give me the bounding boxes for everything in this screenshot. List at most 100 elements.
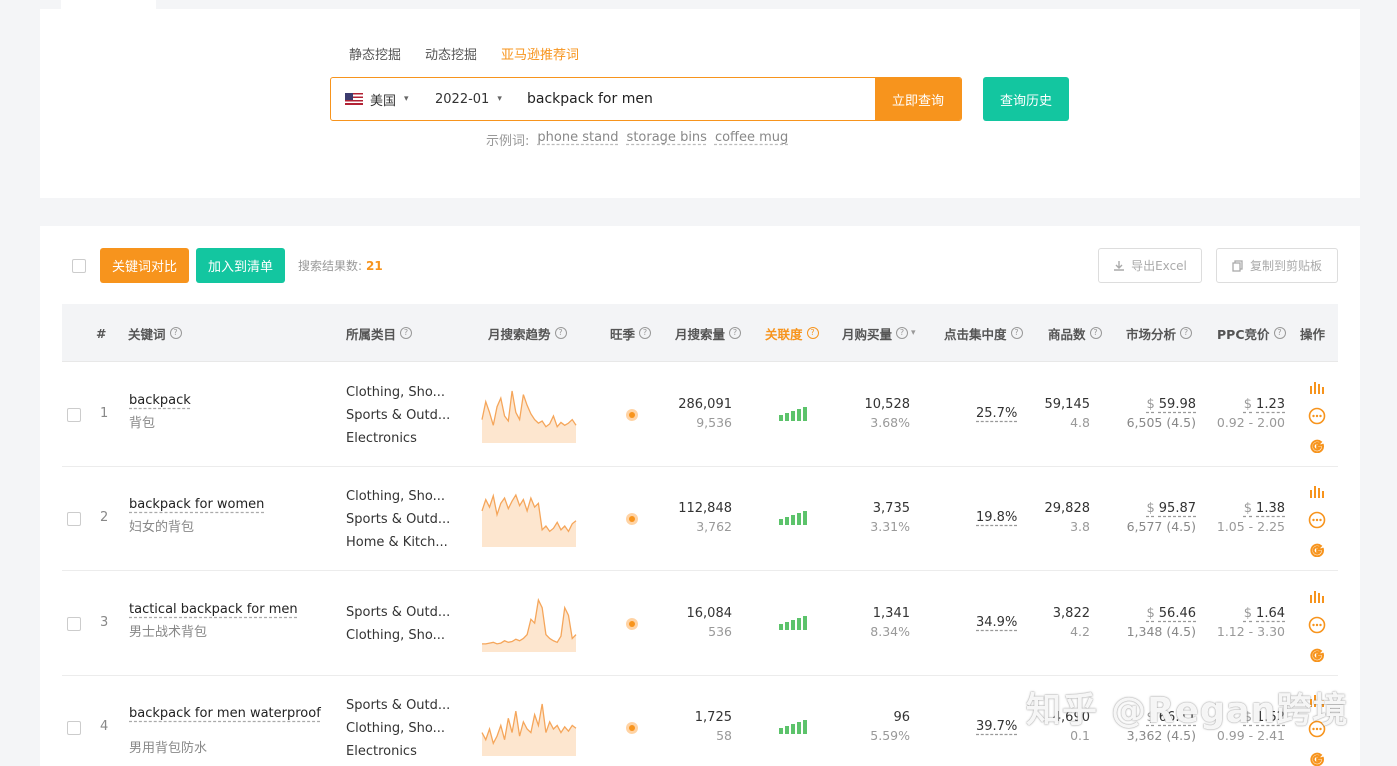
help-icon: ? xyxy=(1089,327,1102,339)
click-concentration[interactable]: 25.7% xyxy=(976,406,1017,421)
chart-bars-icon[interactable] xyxy=(1308,587,1326,605)
help-icon: ? xyxy=(1010,327,1023,339)
more-icon[interactable] xyxy=(1308,511,1326,529)
add-to-list-button[interactable]: 加入到清单 xyxy=(196,248,285,283)
dollar-sign: $ xyxy=(1243,397,1253,412)
product-count: 3,822 xyxy=(1052,606,1090,621)
relevance-bar xyxy=(785,726,789,734)
chart-bars-icon[interactable] xyxy=(1308,378,1326,396)
header-relevance[interactable]: 关联度? xyxy=(765,304,819,362)
row-checkbox[interactable] xyxy=(67,512,81,526)
country-select[interactable]: 美国 ▾ xyxy=(331,90,423,109)
tab-dynamic-mining[interactable]: 动态挖掘 xyxy=(425,44,477,63)
search-volume: 16,084 xyxy=(686,606,733,621)
header-market[interactable]: 市场分析? xyxy=(1126,304,1193,362)
trend-sparkline[interactable] xyxy=(481,491,579,547)
search-volume-sub: 3,762 xyxy=(696,519,732,534)
example-keyword-link[interactable]: storage bins xyxy=(627,130,707,149)
google-search-icon[interactable] xyxy=(1308,645,1326,663)
example-keyword-link[interactable]: phone stand xyxy=(537,130,618,149)
product-rating: 3.8 xyxy=(1070,519,1090,534)
ppc-bid[interactable]: $1.23 xyxy=(1217,397,1285,412)
row-checkbox[interactable] xyxy=(67,617,81,631)
tab-static-mining[interactable]: 静态挖掘 xyxy=(349,44,401,63)
query-button[interactable]: 立即查询 xyxy=(875,78,961,120)
table-row: 1 backpack 背包 Clothing, Sho... Sports & O… xyxy=(62,363,1338,467)
category-list: Sports & Outd... Clothing, Sho... xyxy=(346,601,450,647)
ppc-cell: $1.23 0.92 - 2.00 xyxy=(1217,397,1285,430)
row-checkbox[interactable] xyxy=(67,408,81,422)
season-dot-icon xyxy=(626,722,638,734)
relevance-bar xyxy=(797,513,801,525)
export-excel-button[interactable]: 导出Excel xyxy=(1098,248,1202,283)
example-keyword-link[interactable]: coffee mug xyxy=(715,130,788,149)
us-flag-icon xyxy=(345,93,363,105)
keyword-cell: backpack for women 妇女的背包 xyxy=(129,497,264,535)
relevance-bar xyxy=(803,616,807,630)
relevance-bars xyxy=(779,720,807,734)
products-cell: 3,822 4.2 xyxy=(1053,606,1090,639)
more-icon[interactable] xyxy=(1308,616,1326,634)
relevance-bar xyxy=(791,515,795,525)
market-price[interactable]: $59.98 xyxy=(1127,397,1197,412)
header-search-volume[interactable]: 月搜索量? xyxy=(675,304,742,362)
google-search-icon[interactable] xyxy=(1308,436,1326,454)
copy-icon xyxy=(1232,259,1243,272)
copy-clipboard-button[interactable]: 复制到剪贴板 xyxy=(1216,248,1338,283)
keyword-compare-button[interactable]: 关键词对比 xyxy=(100,248,189,283)
product-rating: 4.8 xyxy=(1070,415,1090,430)
result-count: 搜索结果数: 21 xyxy=(298,257,383,274)
purchases: 96 xyxy=(893,710,910,725)
header-index: # xyxy=(96,325,107,341)
ppc-bid[interactable]: $1.64 xyxy=(1217,606,1285,621)
market-cell: $59.98 6,505 (4.5) xyxy=(1127,397,1196,430)
ppc-bid[interactable]: $1.38 xyxy=(1217,501,1285,516)
market-price[interactable]: $56.46 xyxy=(1127,606,1197,621)
google-search-icon[interactable] xyxy=(1308,749,1326,766)
keyword-en-link[interactable]: tactical backpack for men xyxy=(129,602,298,617)
products-cell: 29,828 3.8 xyxy=(1045,501,1091,534)
search-volume: 1,725 xyxy=(694,710,732,725)
keyword-cn: 背包 xyxy=(129,416,156,431)
more-icon[interactable] xyxy=(1308,407,1326,425)
google-search-icon[interactable] xyxy=(1308,540,1326,558)
category-label: Clothing, Sho... xyxy=(346,384,445,400)
row-index: 3 xyxy=(100,615,109,630)
category-label: Home & Kitch... xyxy=(346,534,448,550)
select-all-checkbox[interactable] xyxy=(72,259,86,273)
relevance-bar xyxy=(779,519,783,525)
row-checkbox[interactable] xyxy=(67,721,81,735)
ppc-range: 1.12 - 3.30 xyxy=(1216,624,1285,639)
header-category: 所属类目? xyxy=(346,304,413,362)
keyword-cell: backpack for men waterproof 男用背包防水 xyxy=(129,706,321,756)
chart-bars-icon[interactable] xyxy=(1308,482,1326,500)
month-select[interactable]: 2022-01 ▾ xyxy=(423,92,517,107)
keyword-en-link[interactable]: backpack for men waterproof xyxy=(129,706,321,721)
header-click-concentration[interactable]: 点击集中度? xyxy=(944,304,1023,362)
header-keyword: 关键词? xyxy=(128,304,182,362)
relevance-bar xyxy=(797,722,801,734)
keyword-search-input[interactable] xyxy=(517,78,875,120)
trend-sparkline[interactable] xyxy=(481,387,579,443)
keyword-en-link[interactable]: backpack for women xyxy=(129,497,264,512)
market-price[interactable]: $95.87 xyxy=(1127,501,1197,516)
keyword-cn: 男用背包防水 xyxy=(129,741,208,756)
header-ppc[interactable]: PPC竞价? xyxy=(1217,304,1286,362)
trend-sparkline[interactable] xyxy=(481,596,579,652)
click-concentration[interactable]: 39.7% xyxy=(976,719,1017,734)
keyword-en-link[interactable]: backpack xyxy=(129,393,191,408)
header-purchases[interactable]: 月购买量? ▾ xyxy=(842,304,916,362)
header-products[interactable]: 商品数? xyxy=(1048,304,1102,362)
relevance-bar xyxy=(779,624,783,630)
click-concentration[interactable]: 19.8% xyxy=(976,510,1017,525)
keyword-cell: backpack 背包 xyxy=(129,393,191,431)
row-actions xyxy=(1308,482,1326,558)
trend-sparkline[interactable] xyxy=(481,700,579,756)
click-concentration[interactable]: 34.9% xyxy=(976,615,1017,630)
search-volume-sub: 58 xyxy=(716,728,732,743)
search-bar: 美国 ▾ 2022-01 ▾ 立即查询 xyxy=(330,77,962,121)
tab-amazon-recommended[interactable]: 亚马逊推荐词 xyxy=(501,44,579,63)
country-value: 美国 xyxy=(370,93,397,109)
purchases-sub: 5.59% xyxy=(870,728,910,743)
history-button[interactable]: 查询历史 xyxy=(983,77,1069,121)
